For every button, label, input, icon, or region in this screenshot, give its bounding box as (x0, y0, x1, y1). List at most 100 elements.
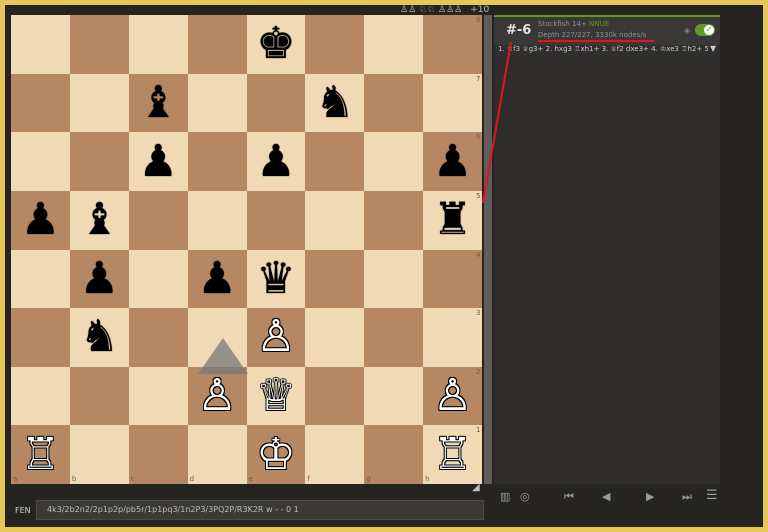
control-bar: ▥ ◎ ⏮ ◀ ▶ ⏭ ☰ (494, 484, 720, 512)
square-f4[interactable] (305, 249, 365, 309)
square-d6[interactable] (187, 132, 247, 191)
last-move-icon[interactable]: ⏭ (682, 490, 692, 504)
square-f1[interactable] (305, 425, 365, 484)
square-b8[interactable] (69, 15, 129, 74)
engine-settings-icon[interactable]: ◈ (684, 26, 690, 35)
white-queen-icon[interactable]: ♕ (247, 367, 306, 426)
white-rook-icon[interactable]: ♖ (11, 425, 70, 484)
square-e7[interactable] (246, 73, 306, 133)
square-c2[interactable] (128, 366, 188, 426)
book-icon[interactable]: ▥ (500, 490, 510, 503)
square-f2[interactable] (305, 366, 365, 426)
square-g3[interactable] (364, 308, 424, 367)
black-knight-icon[interactable]: ♞ (305, 74, 364, 133)
square-f6[interactable] (305, 132, 365, 191)
square-c1[interactable] (128, 425, 188, 484)
square-d8[interactable] (187, 15, 247, 74)
square-a8[interactable] (11, 15, 70, 74)
move-hint-arrow (198, 338, 248, 374)
square-g6[interactable] (364, 132, 424, 191)
square-b2[interactable] (69, 366, 129, 426)
engine-name-text: Stockfish 14+ (538, 20, 587, 28)
white-pawn-icon[interactable]: ♙ (247, 308, 306, 367)
square-c3[interactable] (128, 308, 188, 367)
target-icon[interactable]: ◎ (520, 490, 530, 503)
black-bishop-icon[interactable]: ♝ (70, 191, 129, 250)
engine-name: Stockfish 14+ NNUE (538, 20, 609, 28)
square-h7[interactable] (423, 73, 482, 133)
square-e5[interactable] (246, 190, 306, 250)
black-pawn-icon[interactable]: ♟ (70, 250, 129, 309)
square-f8[interactable] (305, 15, 365, 74)
fen-label: FEN (15, 506, 31, 515)
rank-label: 8 (476, 16, 481, 24)
rank-label: 4 (476, 250, 481, 259)
square-b1[interactable] (69, 425, 129, 484)
square-g2[interactable] (364, 366, 424, 426)
rank-label: 3 (476, 309, 481, 318)
engine-header: #-6 Stockfish 14+ NNUE Depth 227/227, 33… (494, 15, 720, 45)
captured-pieces: ♙♙ ♘♘ ♙♙♙ (400, 5, 463, 15)
panel-gutter (484, 15, 492, 484)
square-a2[interactable] (11, 366, 70, 426)
square-d5[interactable] (187, 190, 247, 250)
square-a6[interactable] (11, 132, 70, 191)
rank-label: 7 (476, 74, 481, 83)
black-king-icon[interactable]: ♚ (247, 15, 306, 74)
square-c4[interactable] (128, 249, 188, 309)
menu-icon[interactable]: ☰ (706, 488, 718, 503)
engine-toggle[interactable]: ✓ (695, 24, 715, 36)
black-rook-icon[interactable]: ♜ (423, 191, 482, 250)
square-h4[interactable] (423, 249, 482, 309)
engine-nnue-tag: NNUE (589, 20, 610, 28)
square-b6[interactable] (69, 132, 129, 191)
black-pawn-icon[interactable]: ♟ (247, 132, 306, 191)
eval-score: #-6 (506, 23, 532, 38)
prev-move-icon[interactable]: ◀ (602, 490, 610, 503)
toggle-check-icon: ✓ (704, 25, 714, 35)
black-bishop-icon[interactable]: ♝ (129, 74, 188, 133)
chevron-down-icon[interactable]: ▼ (710, 44, 716, 53)
black-pawn-icon[interactable]: ♟ (423, 132, 482, 191)
square-g8[interactable] (364, 15, 424, 74)
square-g1[interactable] (364, 425, 424, 484)
square-h3[interactable] (423, 308, 482, 367)
white-rook-icon[interactable]: ♖ (423, 425, 482, 484)
black-pawn-icon[interactable]: ♟ (11, 191, 70, 250)
black-knight-icon[interactable]: ♞ (70, 308, 129, 367)
square-c8[interactable] (128, 15, 188, 74)
white-pawn-icon[interactable]: ♙ (188, 367, 247, 426)
first-move-icon[interactable]: ⏮ (564, 490, 574, 504)
square-d1[interactable] (187, 425, 247, 484)
square-a4[interactable] (11, 249, 70, 309)
square-a7[interactable] (11, 73, 70, 133)
square-f5[interactable] (305, 190, 365, 250)
chess-board[interactable]: 8 7 6 5 4 3 2 1 a b c d e f g h ♚ ♝ ♞ ♟ ♟ ♟ ♟ ♝ ♜ ♟ ♟ ♛ ♞ ♙ ♙ ♕ ♙ ♖ ♔ ♖ (11, 15, 482, 484)
square-g7[interactable] (364, 73, 424, 133)
square-f3[interactable] (305, 308, 365, 367)
file-label: c (130, 475, 135, 483)
file-label: b (71, 475, 77, 483)
fen-input[interactable]: 4k3/2b2n2/2p1p2p/pb5r/1p1pq3/1n2P3/3PQ2P… (36, 500, 484, 520)
next-move-icon[interactable]: ▶ (646, 490, 654, 503)
square-a3[interactable] (11, 308, 70, 367)
file-label: f (307, 475, 310, 483)
black-queen-icon[interactable]: ♛ (247, 250, 306, 309)
engine-depth: Depth 227/227, 3330k nodes/s (538, 31, 647, 39)
square-c5[interactable] (128, 190, 188, 250)
square-d7[interactable] (187, 73, 247, 133)
square-h8[interactable] (423, 15, 482, 74)
square-g5[interactable] (364, 190, 424, 250)
square-b7[interactable] (69, 73, 129, 133)
analysis-panel: #-6 Stockfish 14+ NNUE Depth 227/227, 33… (494, 15, 720, 484)
file-label: d (189, 475, 195, 483)
white-king-icon[interactable]: ♔ (247, 425, 306, 484)
file-label: g (366, 475, 371, 483)
black-pawn-icon[interactable]: ♟ (129, 132, 188, 191)
annotation-underline (538, 40, 654, 42)
square-g4[interactable] (364, 249, 424, 309)
board-resize-handle[interactable]: ◢ (472, 482, 480, 493)
principal-variation[interactable]: 1. ♕f3 ♕g3+ 2. hxg3 ♖xh1+ 3. ♕f2 dxe3+ 4… (498, 45, 708, 55)
white-pawn-icon[interactable]: ♙ (423, 367, 482, 426)
black-pawn-icon[interactable]: ♟ (188, 250, 247, 309)
